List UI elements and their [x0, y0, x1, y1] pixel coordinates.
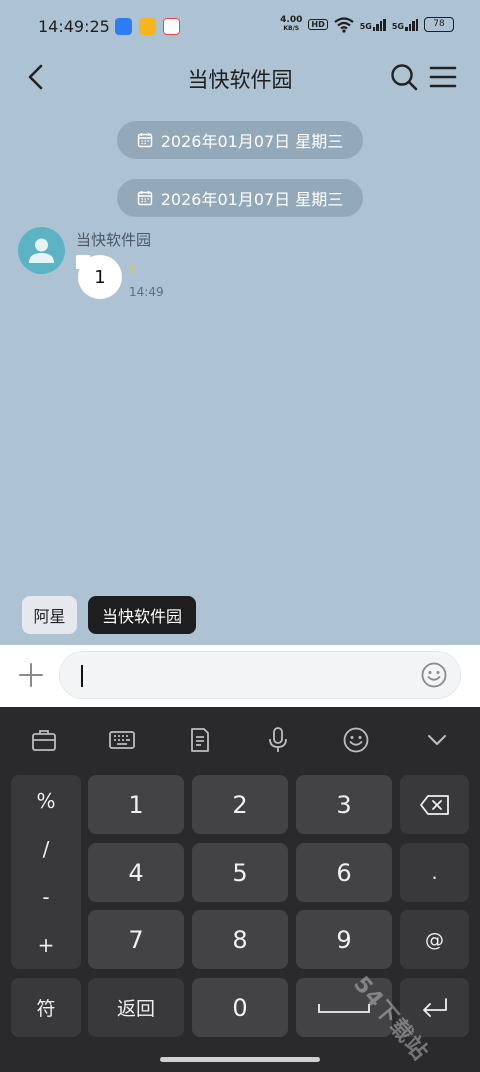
backspace-key[interactable] — [400, 775, 469, 834]
chevron-down-icon[interactable] — [423, 726, 451, 754]
signal-5g-2: 5G — [391, 18, 418, 31]
key-minus[interactable]: - — [11, 885, 81, 909]
network-speed-unit: KB/S — [283, 25, 300, 32]
message-sender: 当快软件园 — [76, 231, 152, 249]
message-input[interactable] — [59, 651, 461, 699]
key-8[interactable]: 8 — [192, 910, 288, 969]
signal-bars-icon — [372, 18, 386, 31]
battery-icon: 78 — [424, 17, 454, 32]
key-dot[interactable]: . — [400, 843, 469, 902]
key-percent[interactable]: % — [11, 789, 81, 813]
read-count: 1 — [129, 264, 136, 277]
network-speed: 4.00 KB/S — [280, 16, 302, 33]
keyboard-toolbar — [0, 707, 480, 773]
signal-5g-2-label: 5G — [391, 21, 404, 31]
key-2[interactable]: 2 — [192, 775, 288, 834]
key-3[interactable]: 3 — [296, 775, 392, 834]
key-6[interactable]: 6 — [296, 843, 392, 902]
cloud-notification-icon — [163, 18, 180, 35]
key-7[interactable]: 7 — [88, 910, 184, 969]
message-text: 1 — [94, 266, 106, 288]
signal-bars-icon — [405, 18, 418, 31]
symbol-column[interactable]: % / - + — [11, 775, 81, 969]
back-key[interactable]: 返回 — [88, 978, 184, 1037]
key-slash[interactable]: / — [11, 837, 81, 861]
signal-5g-1: 5G — [359, 18, 386, 31]
key-5[interactable]: 5 — [192, 843, 288, 902]
key-9[interactable]: 9 — [296, 910, 392, 969]
message-bubble[interactable]: 1 — [78, 255, 122, 299]
emoji-icon[interactable] — [420, 661, 448, 689]
microphone-icon[interactable] — [264, 726, 292, 754]
symbol-key[interactable]: 符 — [11, 978, 81, 1037]
input-bar — [0, 645, 480, 707]
key-4[interactable]: 4 — [88, 843, 184, 902]
home-indicator[interactable] — [160, 1057, 320, 1062]
text-caret — [81, 665, 83, 687]
enter-icon — [422, 997, 447, 1017]
search-icon[interactable] — [389, 62, 419, 92]
status-time: 14:49:25 — [38, 17, 110, 36]
keyboard-icon[interactable] — [108, 726, 136, 754]
message-time: 14:49 — [129, 285, 164, 299]
backspace-icon — [419, 794, 449, 815]
key-1[interactable]: 1 — [88, 775, 184, 834]
calendar-icon — [137, 191, 152, 206]
chat-header: 当快软件园 — [0, 52, 480, 104]
clipboard-icon[interactable] — [186, 726, 214, 754]
date-separator: 2026年01月07日 星期三 — [117, 179, 363, 217]
hd-icon: HD — [308, 19, 328, 30]
person-icon — [29, 238, 54, 263]
mail-notification-icon — [139, 18, 156, 35]
app-notification-icon — [115, 18, 132, 35]
network-speed-value: 4.00 — [280, 15, 303, 25]
quick-chip-axing[interactable]: 阿星 — [22, 596, 77, 634]
date-separator: 2026年01月07日 星期三 — [117, 121, 363, 159]
key-0[interactable]: 0 — [192, 978, 288, 1037]
quick-chip-dangkuai[interactable]: 当快软件园 — [88, 596, 196, 634]
emoji-icon[interactable] — [342, 726, 370, 754]
status-bar: 14:49:25 4.00 KB/S HD 5G 5G 78 — [0, 0, 480, 52]
key-at[interactable]: @ — [400, 910, 469, 969]
toolbox-icon[interactable] — [30, 726, 58, 754]
plus-icon[interactable] — [17, 661, 45, 689]
menu-icon[interactable] — [428, 62, 458, 92]
key-plus[interactable]: + — [11, 933, 81, 957]
date-separator-text: 2026年01月07日 星期三 — [160, 190, 344, 209]
calendar-icon — [137, 133, 152, 148]
avatar[interactable] — [18, 227, 65, 274]
wifi-icon — [334, 16, 354, 33]
date-separator-text: 2026年01月07日 星期三 — [160, 132, 344, 151]
signal-5g-1-label: 5G — [359, 21, 372, 31]
notification-icons — [115, 18, 180, 35]
